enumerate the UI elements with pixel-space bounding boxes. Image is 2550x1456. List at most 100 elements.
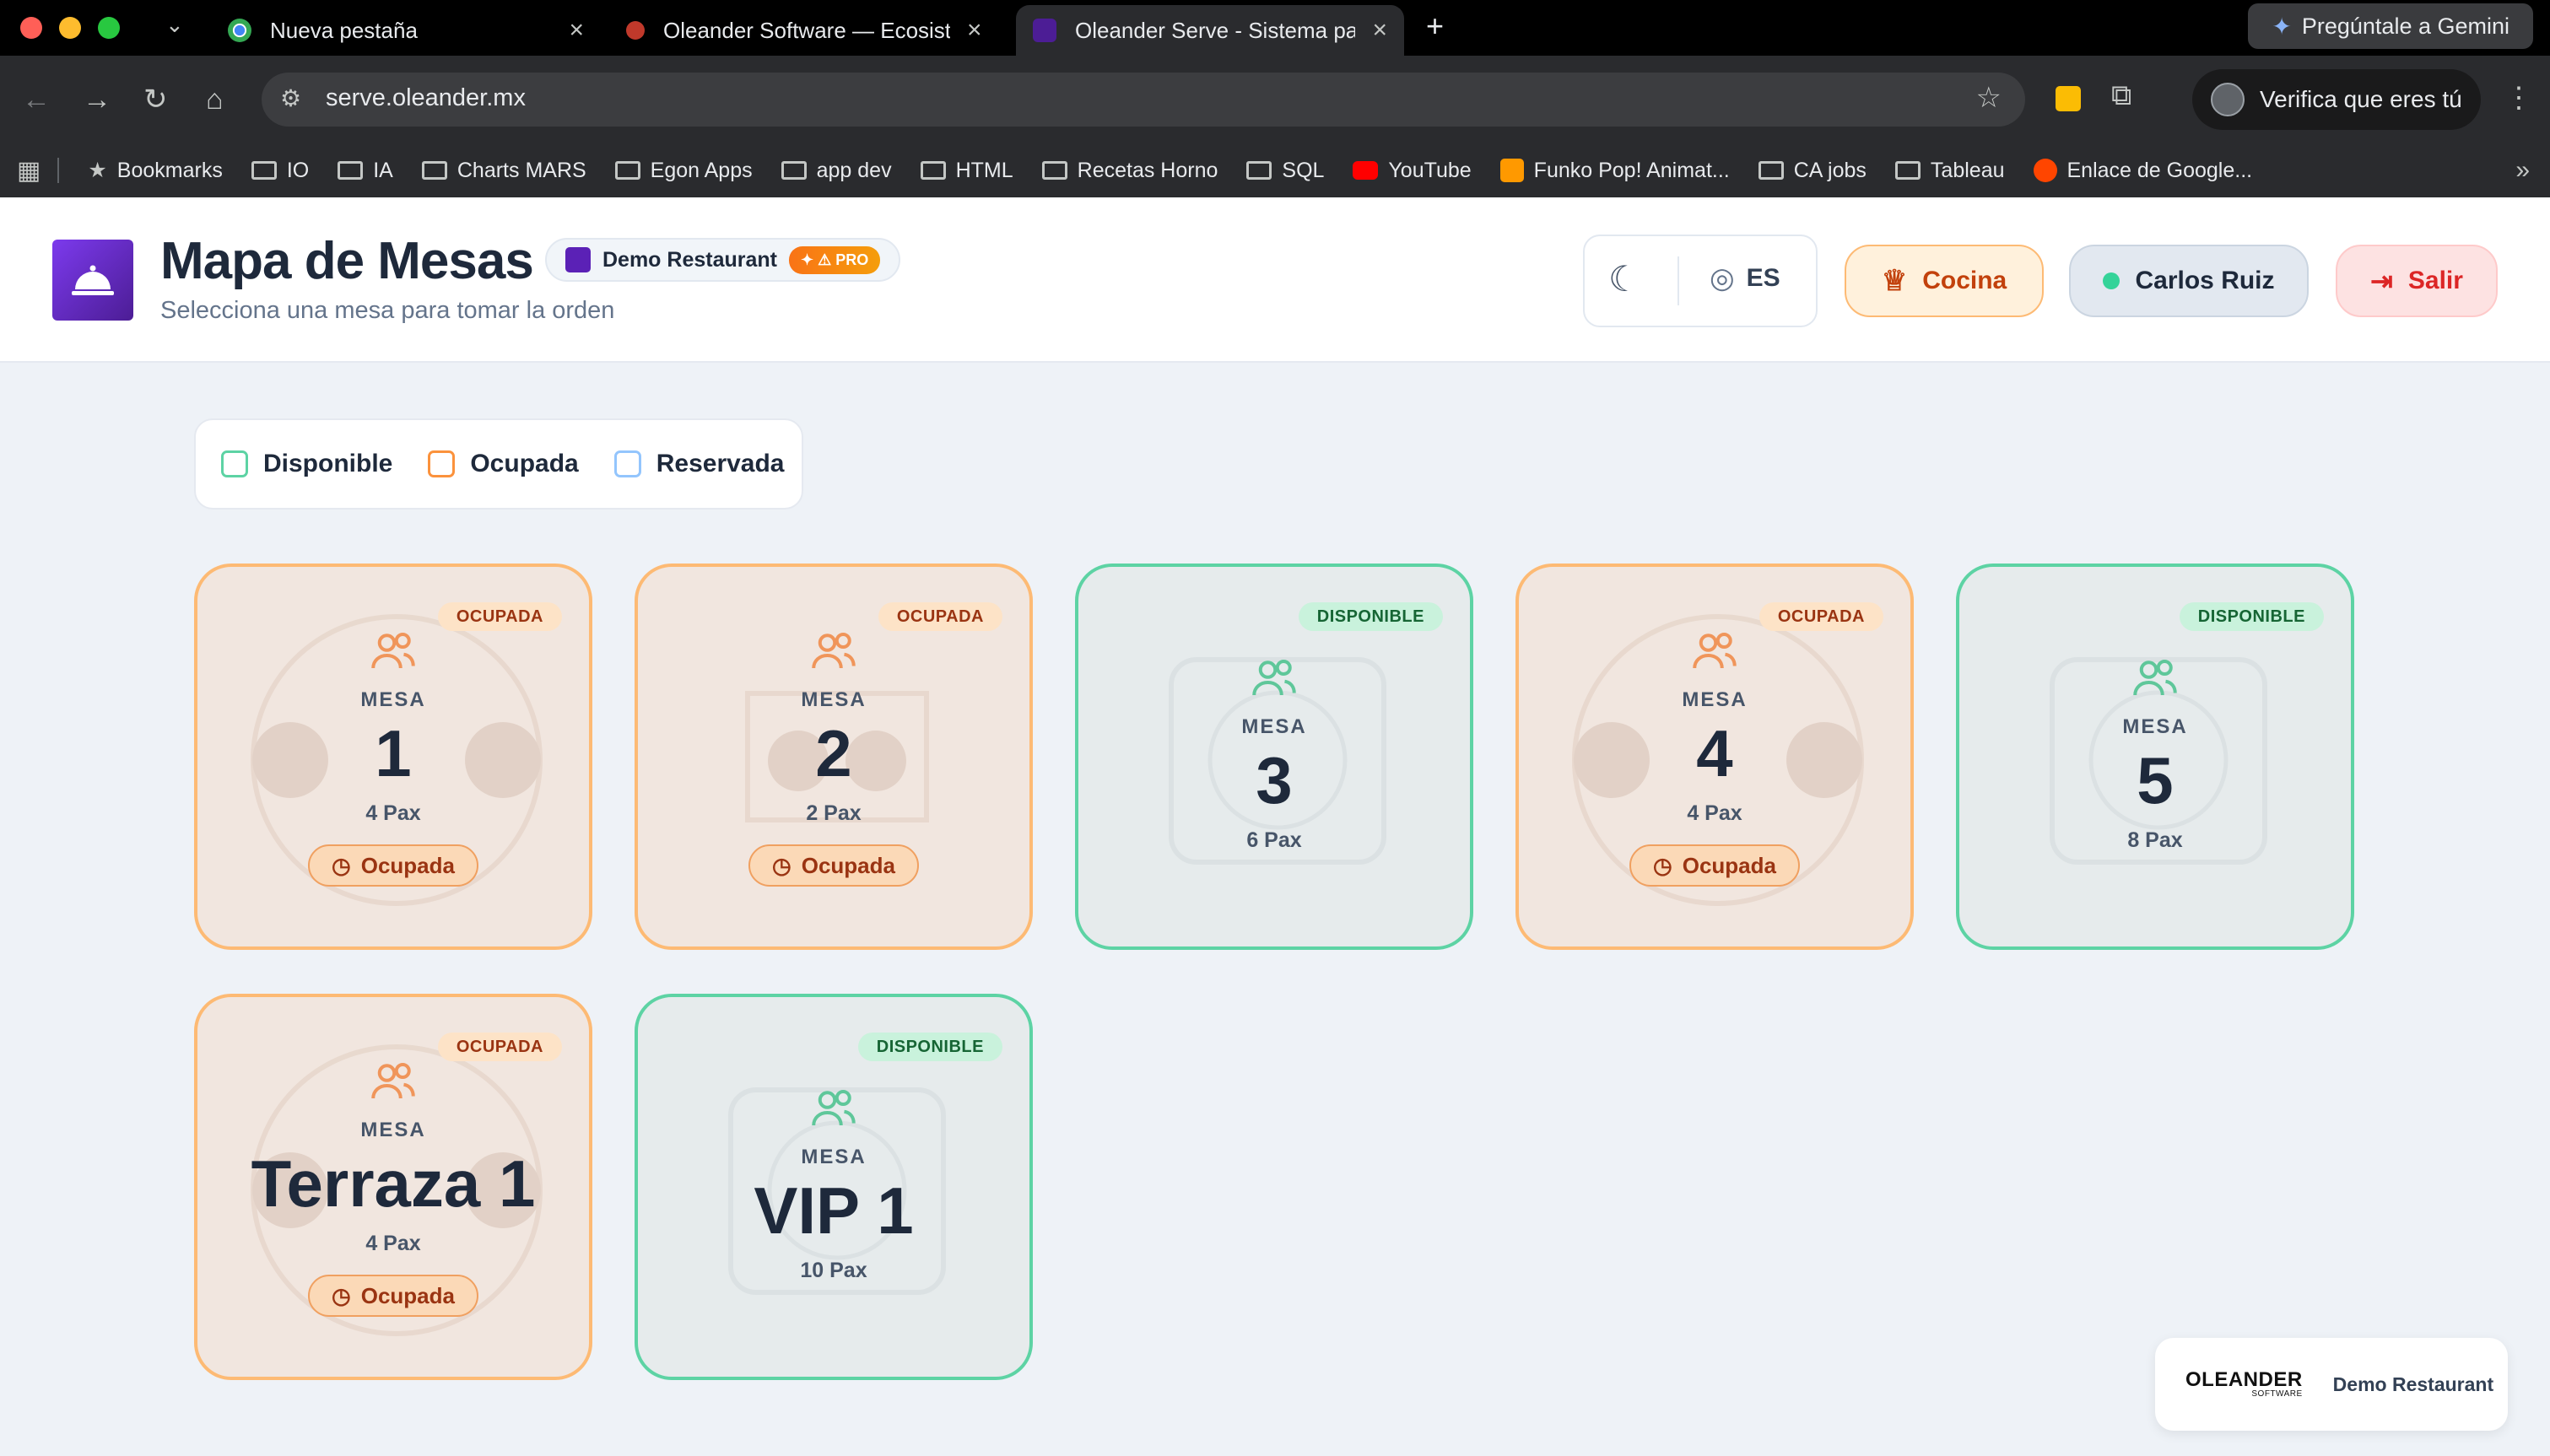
table-card[interactable]: OCUPADA MESA 1 4 Pax ◷ Ocupada bbox=[194, 564, 592, 950]
apps-grid-icon[interactable]: ▦ bbox=[17, 156, 41, 186]
folder-icon bbox=[1758, 161, 1784, 180]
forward-arrow-icon[interactable]: → bbox=[83, 84, 111, 115]
table-label: MESA bbox=[1682, 688, 1748, 711]
bookmark-folder-ia[interactable]: IA bbox=[338, 159, 393, 183]
table-card[interactable]: DISPONIBLE MESA 5 8 Pax bbox=[1956, 564, 2354, 950]
table-card[interactable]: DISPONIBLE MESA 3 6 Pax bbox=[1075, 564, 1473, 950]
table-name: 1 bbox=[375, 716, 412, 790]
status-label: Ocupada bbox=[801, 852, 895, 878]
avatar bbox=[2211, 83, 2245, 116]
divider bbox=[57, 158, 60, 183]
available-swatch bbox=[221, 450, 248, 477]
profile-verify-button[interactable]: Verifica que eres tú bbox=[2192, 69, 2481, 130]
kitchen-button[interactable]: ♕ Cocina bbox=[1845, 245, 2044, 317]
more-bookmarks-chevron-icon[interactable]: » bbox=[2515, 156, 2530, 185]
legend-label: Ocupada bbox=[470, 450, 579, 477]
occupied-swatch bbox=[428, 450, 456, 477]
user-button[interactable]: Carlos Ruiz bbox=[2069, 245, 2309, 317]
bookmark-google-link[interactable]: Enlace de Google... bbox=[2033, 159, 2252, 183]
legend-label: Disponible bbox=[263, 450, 393, 477]
legend-available: Disponible bbox=[221, 450, 392, 478]
amazon-icon bbox=[1499, 159, 1524, 182]
bookmark-label: Recetas Horno bbox=[1077, 158, 1218, 182]
bookmark-label: Charts MARS bbox=[457, 158, 586, 182]
bookmark-label: Tableau bbox=[1930, 158, 2005, 182]
bookmarks-bar: ▦ ★ Bookmarks IO IA Charts MARS Egon Apps… bbox=[0, 143, 2550, 197]
bookmark-folder-html[interactable]: HTML bbox=[920, 159, 1013, 183]
pro-badge: ✦ ⚠ PRO bbox=[789, 245, 881, 274]
restaurant-badge: Demo Restaurant ✦ ⚠ PRO bbox=[545, 238, 901, 282]
tab-new-tab[interactable]: Nueva pestaña × bbox=[211, 5, 601, 56]
site-settings-icon[interactable]: ⚙ bbox=[280, 84, 301, 112]
bookmark-folder-sql[interactable]: SQL bbox=[1246, 159, 1324, 183]
bookmark-folder-app-dev[interactable]: app dev bbox=[781, 159, 892, 183]
table-card[interactable]: OCUPADA MESA 4 4 Pax ◷ Ocupada bbox=[1515, 564, 1914, 950]
table-name: VIP 1 bbox=[754, 1173, 914, 1248]
folder-icon bbox=[251, 161, 277, 180]
bookmark-label: CA jobs bbox=[1793, 158, 1867, 182]
reddit-icon bbox=[2033, 159, 2057, 182]
keep-extension-icon[interactable] bbox=[2056, 86, 2081, 111]
bookmark-folder-recetas-horno[interactable]: Recetas Horno bbox=[1041, 158, 1218, 183]
bookmark-folder-charts-mars[interactable]: Charts MARS bbox=[421, 158, 586, 183]
table-label: MESA bbox=[360, 1119, 426, 1141]
logout-button[interactable]: ⇥ Salir bbox=[2336, 245, 2498, 317]
brand-name: OLEANDER bbox=[2185, 1368, 2303, 1391]
home-icon[interactable]: ⌂ bbox=[206, 84, 224, 115]
url-text[interactable]: serve.oleander.mx bbox=[326, 84, 526, 112]
tab-oleander-software[interactable]: Oleander Software — Ecosistema × bbox=[609, 5, 1002, 56]
bookmark-folder-tableau[interactable]: Tableau bbox=[1894, 158, 2005, 183]
address-bar[interactable]: ⚙ serve.oleander.mx ☆ bbox=[262, 73, 2025, 127]
table-label: MESA bbox=[2122, 715, 2188, 738]
bookmark-star-icon[interactable]: ☆ bbox=[1976, 81, 2002, 115]
sparkle-icon: ✦ ⚠ bbox=[801, 251, 836, 268]
table-capacity: 4 Pax bbox=[365, 801, 421, 825]
divider bbox=[1677, 256, 1679, 305]
legend-occupied: Ocupada bbox=[428, 450, 579, 478]
tab-search-chevron-icon[interactable]: ⌄ bbox=[165, 12, 184, 38]
table-card[interactable]: OCUPADA MESA Terraza 1 4 Pax ◷ Ocupada bbox=[194, 994, 592, 1380]
reload-icon[interactable]: ↻ bbox=[143, 84, 168, 115]
gemini-button[interactable]: ✦ Pregúntale a Gemini bbox=[2248, 3, 2533, 49]
bookmark-label: Bookmarks bbox=[116, 158, 223, 182]
users-icon bbox=[1252, 660, 1296, 696]
close-icon[interactable]: × bbox=[967, 16, 982, 45]
table-card[interactable]: OCUPADA MESA 2 2 Pax ◷ Ocupada bbox=[635, 564, 1033, 950]
table-card[interactable]: DISPONIBLE MESA VIP 1 10 Pax bbox=[635, 994, 1033, 1380]
folder-icon bbox=[1041, 161, 1067, 180]
close-icon[interactable]: × bbox=[1372, 16, 1387, 45]
bookmark-bookmarks[interactable]: ★ Bookmarks bbox=[88, 158, 222, 183]
app-logo bbox=[52, 240, 133, 321]
back-arrow-icon[interactable]: ← bbox=[22, 84, 51, 115]
oleander-logo: OLEANDER SOFTWARE bbox=[2185, 1370, 2303, 1399]
language-switch[interactable]: ◎ ES bbox=[1710, 262, 1780, 295]
menu-kebab-icon[interactable]: ⋮ bbox=[2504, 81, 2533, 115]
maximize-window-button[interactable] bbox=[98, 17, 120, 39]
legend-reserved: Reservada bbox=[613, 450, 785, 478]
users-icon bbox=[812, 1090, 856, 1126]
minimize-window-button[interactable] bbox=[59, 17, 81, 39]
bookmark-folder-ca-jobs[interactable]: CA jobs bbox=[1758, 158, 1867, 183]
table-capacity: 10 Pax bbox=[800, 1259, 867, 1282]
bookmark-funko[interactable]: Funko Pop! Animat... bbox=[1499, 159, 1730, 183]
tab-oleander-serve[interactable]: Oleander Serve - Sistema para × bbox=[1016, 5, 1404, 56]
clock-icon: ◷ bbox=[1653, 852, 1672, 878]
bookmark-folder-egon-apps[interactable]: Egon Apps bbox=[614, 159, 753, 183]
close-window-button[interactable] bbox=[20, 17, 42, 39]
restaurant-name: Demo Restaurant bbox=[602, 247, 777, 272]
folder-icon bbox=[421, 161, 447, 180]
dark-mode-moon-icon[interactable]: ☾ bbox=[1608, 258, 1640, 299]
brand-footer: OLEANDER SOFTWARE Demo Restaurant bbox=[2155, 1338, 2508, 1431]
chrome-icon bbox=[228, 19, 251, 42]
extensions-puzzle-icon[interactable]: ⧉ bbox=[2111, 79, 2131, 112]
bookmark-folder-io[interactable]: IO bbox=[251, 159, 309, 183]
tab-title: Nueva pestaña bbox=[270, 17, 418, 43]
occupied-status-pill: ◷ Ocupada bbox=[1629, 844, 1800, 887]
occupied-status-pill: ◷ Ocupada bbox=[308, 844, 478, 887]
table-capacity: 4 Pax bbox=[1687, 801, 1742, 825]
new-tab-plus-icon[interactable]: + bbox=[1426, 8, 1444, 44]
close-icon[interactable]: × bbox=[569, 16, 584, 45]
bookmark-youtube[interactable]: YouTube bbox=[1353, 159, 1472, 183]
youtube-icon bbox=[1353, 161, 1379, 180]
folder-icon bbox=[1246, 161, 1272, 180]
